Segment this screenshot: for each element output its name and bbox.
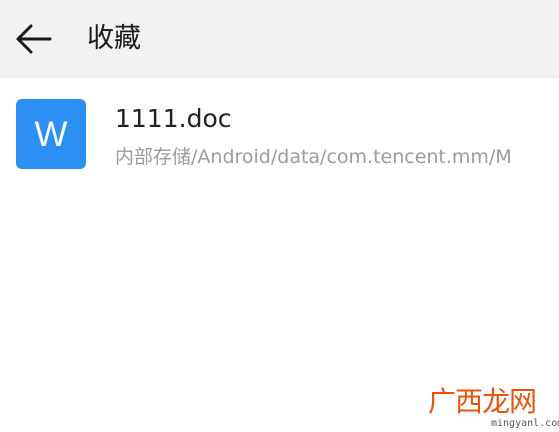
back-button[interactable] — [10, 17, 58, 61]
page-title: 收藏 — [87, 23, 141, 54]
word-document-icon: W — [16, 99, 86, 169]
arrow-left-icon — [16, 24, 52, 54]
file-name: 1111.doc — [115, 104, 232, 133]
favorites-screen: 收藏 W 1111.doc 内部存储/Android/data/com.tenc… — [0, 0, 559, 432]
app-bar: 收藏 — [0, 0, 559, 78]
watermark-logo-text: 广西龙网 — [428, 385, 537, 418]
file-list-item[interactable]: W 1111.doc 内部存储/Android/data/com.tencent… — [0, 78, 559, 188]
watermark: 广西龙网 mingyanl.com — [426, 386, 559, 432]
watermark-url: mingyanl.com — [491, 418, 559, 429]
file-icon-letter: W — [34, 114, 68, 154]
file-path: 内部存储/Android/data/com.tencent.mm/M — [115, 146, 512, 168]
